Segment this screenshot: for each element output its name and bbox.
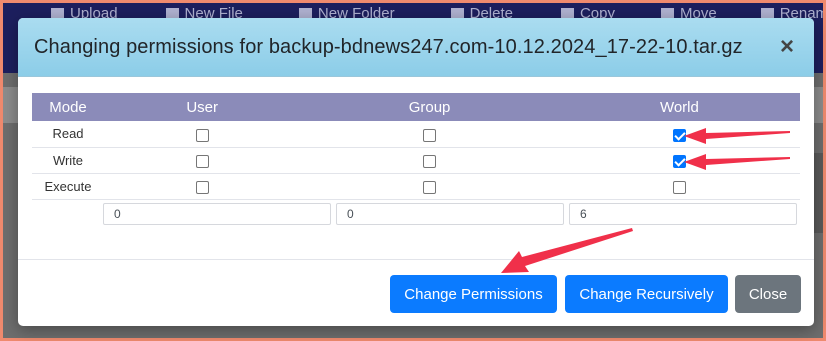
close-icon[interactable]: ×: [776, 35, 798, 59]
world-cell: [558, 147, 800, 174]
world-read-checkbox[interactable]: [672, 128, 686, 142]
user-cell: [104, 147, 301, 174]
world-octal-input[interactable]: [569, 202, 797, 225]
header-group: Group: [300, 93, 559, 121]
dialog-body: Mode User Group World Read Write Execute: [18, 77, 814, 259]
world-cell: [558, 121, 800, 148]
user-write-checkbox[interactable]: [195, 154, 209, 168]
group-cell: [300, 147, 559, 174]
user-cell: [104, 121, 301, 148]
table-header-row: Mode User Group World: [32, 93, 800, 121]
dialog-header: Changing permissions for backup-bdnews24…: [18, 18, 814, 77]
user-octal-input[interactable]: [103, 202, 331, 225]
mode-label: Read: [32, 121, 104, 148]
permissions-table: Mode User Group World Read Write Execute: [32, 93, 800, 200]
header-mode: Mode: [32, 93, 104, 121]
user-read-checkbox[interactable]: [195, 128, 209, 142]
octal-row: [103, 202, 800, 225]
permission-row-write: Write: [32, 147, 800, 174]
permission-row-execute: Execute: [32, 173, 800, 200]
group-execute-checkbox[interactable]: [423, 180, 437, 194]
group-read-checkbox[interactable]: [423, 128, 437, 142]
group-cell: [300, 121, 559, 148]
world-write-checkbox[interactable]: [672, 154, 686, 168]
mode-label: Execute: [32, 173, 104, 200]
world-cell: [558, 173, 800, 200]
user-cell: [104, 173, 301, 200]
header-world: World: [558, 93, 800, 121]
group-write-checkbox[interactable]: [423, 154, 437, 168]
dialog-title: Changing permissions for backup-bdnews24…: [34, 35, 743, 58]
close-button[interactable]: Close: [735, 275, 801, 313]
permissions-dialog: Changing permissions for backup-bdnews24…: [18, 18, 814, 326]
mode-label: Write: [32, 147, 104, 174]
change-recursively-button[interactable]: Change Recursively: [565, 275, 728, 313]
dialog-footer: Change Permissions Change Recursively Cl…: [18, 259, 814, 326]
permission-row-read: Read: [32, 121, 800, 148]
user-execute-checkbox[interactable]: [195, 180, 209, 194]
world-execute-checkbox[interactable]: [672, 180, 686, 194]
change-permissions-button[interactable]: Change Permissions: [390, 275, 557, 313]
header-user: User: [104, 93, 301, 121]
group-octal-input[interactable]: [336, 202, 564, 225]
group-cell: [300, 173, 559, 200]
